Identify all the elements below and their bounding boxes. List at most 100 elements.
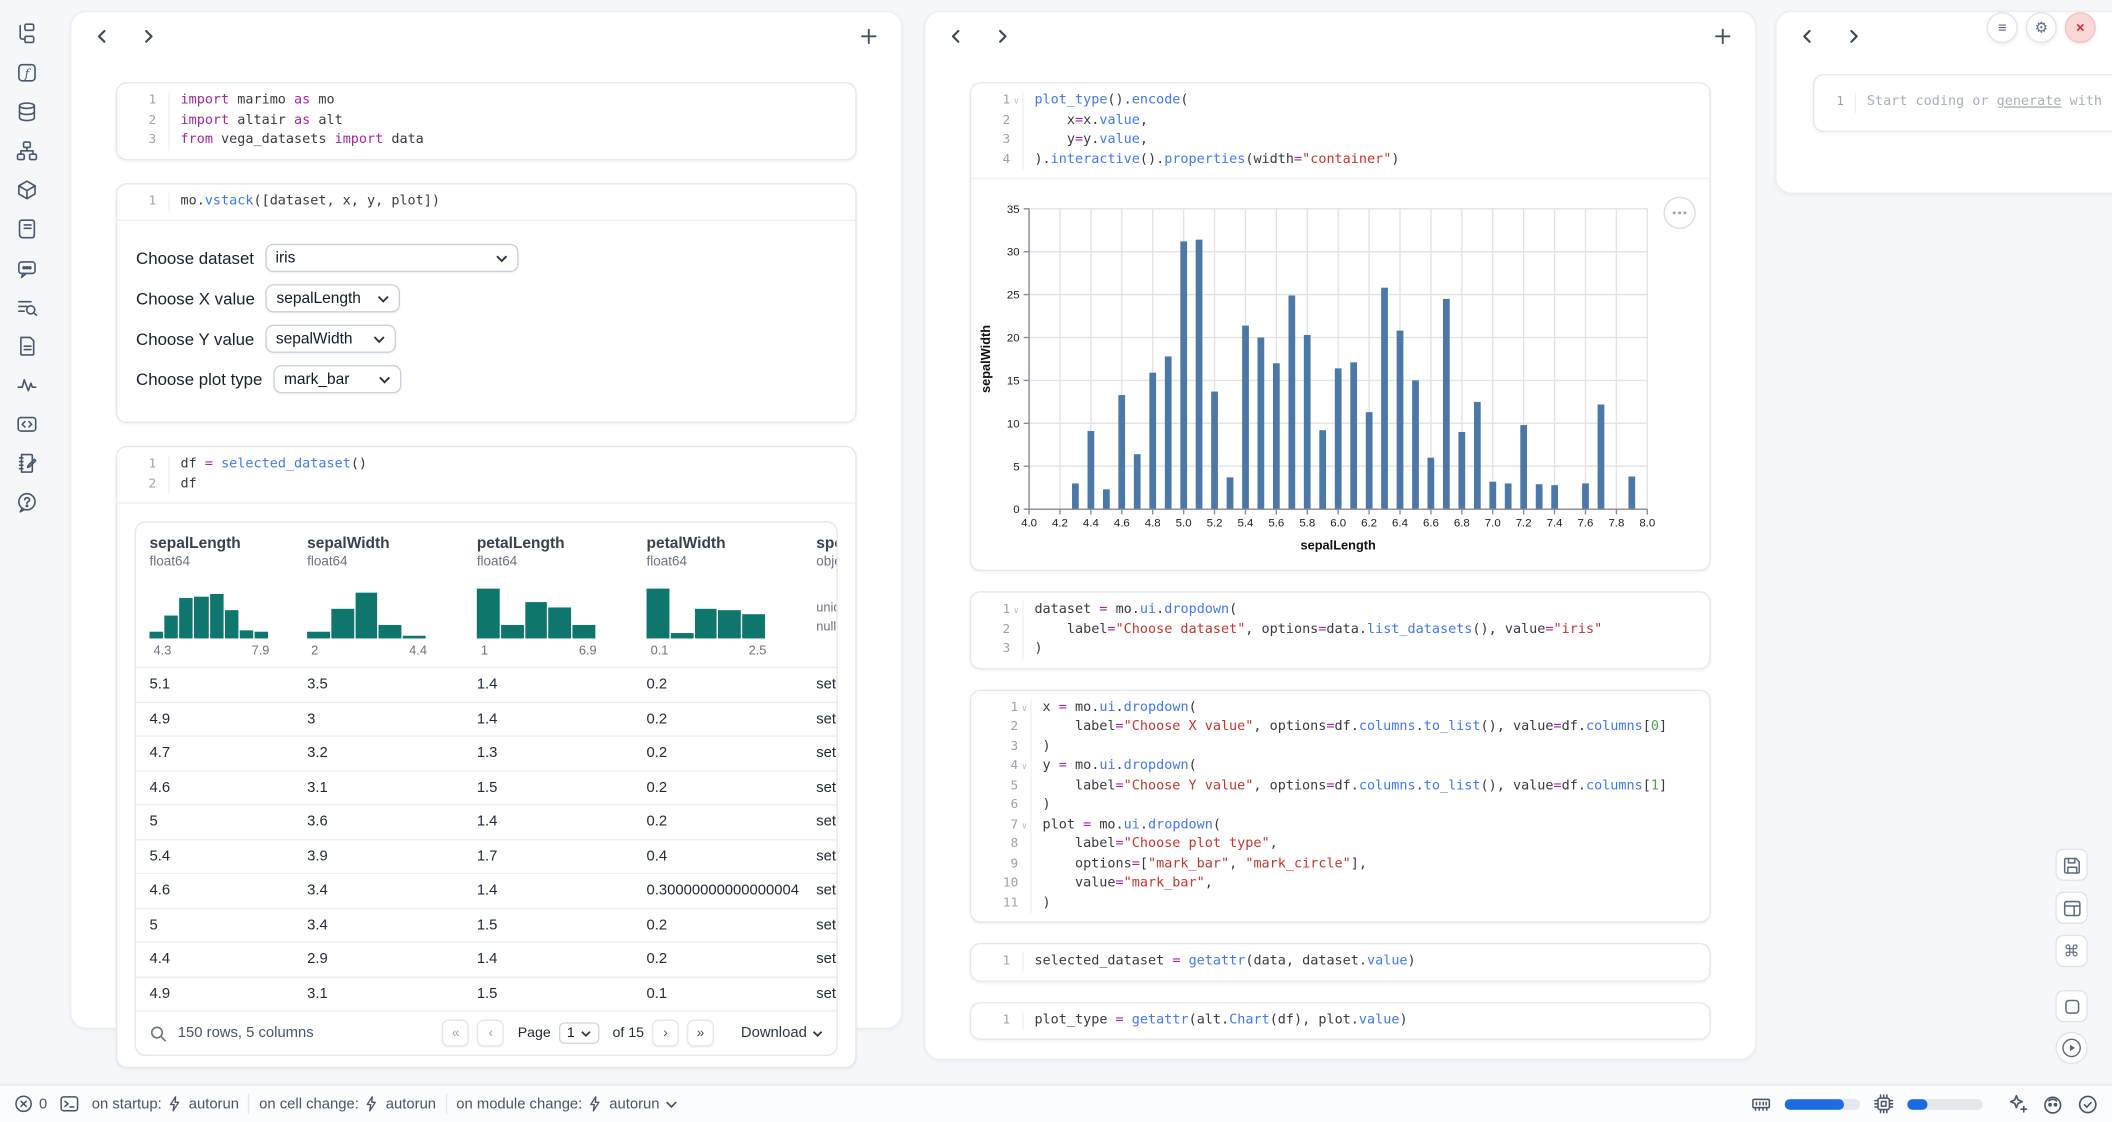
file-tree-icon[interactable] — [15, 22, 39, 46]
next-page-button[interactable]: › — [652, 1020, 679, 1047]
function-icon[interactable]: f — [15, 61, 39, 85]
cpu-icon — [1874, 1094, 1894, 1114]
column-histogram — [647, 582, 766, 639]
database-icon[interactable] — [15, 100, 39, 124]
code-line: 1mo.vstack([dataset, x, y, plot]) — [128, 192, 855, 212]
download-button[interactable]: Download — [741, 1025, 823, 1041]
bar-chart: 4.04.24.44.64.85.05.25.45.65.86.06.26.46… — [971, 179, 1709, 570]
square-icon — [2061, 996, 2081, 1016]
dropdown-label: Choose dataset — [136, 249, 254, 268]
run-setting[interactable]: on startup:autorun — [92, 1095, 239, 1113]
add-cell-button[interactable] — [1712, 26, 1734, 48]
previous-page-button[interactable]: ‹ — [477, 1020, 504, 1047]
table-row[interactable]: 4.42.91.40.2setosa — [136, 942, 836, 976]
table-row[interactable]: 4.931.40.2setosa — [136, 701, 836, 735]
table-row[interactable]: 5.43.91.70.4setosa — [136, 838, 836, 872]
column-name[interactable]: species — [816, 536, 838, 552]
add-cell-button[interactable] — [858, 26, 880, 48]
column-name[interactable]: sepalWidth — [307, 536, 463, 552]
svg-text:4.6: 4.6 — [1114, 518, 1130, 530]
code-cell-df[interactable]: 1df = selected_dataset()2df sepalLengthf… — [116, 446, 857, 1068]
run-setting[interactable]: on module change:autorun — [456, 1095, 677, 1113]
search-icon[interactable] — [150, 1024, 168, 1042]
control-row: Choose X valuesepalLength — [136, 284, 836, 312]
table-row[interactable]: 4.63.11.50.2setosa — [136, 770, 836, 804]
script-log-icon[interactable] — [15, 217, 39, 241]
code-cell-vstack[interactable]: 1mo.vstack([dataset, x, y, plot]) Choose… — [116, 183, 857, 423]
collapse-left-icon[interactable] — [93, 27, 112, 46]
table-row[interactable]: 53.61.40.2setosa — [136, 804, 836, 838]
ai-sparkle-button[interactable] — [2007, 1093, 2029, 1115]
svg-text:5.6: 5.6 — [1268, 518, 1284, 530]
plot-type-dropdown[interactable]: mark_bar — [273, 365, 401, 393]
cell-frame-button[interactable] — [2055, 990, 2087, 1022]
generate-link[interactable]: generate — [1997, 94, 2062, 109]
code-placeholder[interactable]: Start coding or generate with — [1855, 93, 2102, 113]
svg-text:5.8: 5.8 — [1299, 518, 1315, 530]
dropdown-label: Choose Y value — [136, 329, 254, 348]
dataset-dropdown[interactable]: iris — [265, 244, 518, 272]
run-setting[interactable]: on cell change:autorun — [259, 1095, 436, 1113]
keyboard-shortcuts-button[interactable]: ⌘ — [2055, 935, 2087, 967]
code-snippet-icon[interactable] — [15, 412, 39, 436]
table-row[interactable]: 4.63.41.40.30000000000000004setosa — [136, 873, 836, 907]
table-row[interactable]: 53.41.50.2setosa — [136, 907, 836, 941]
table-row[interactable]: 5.13.51.40.2setosa — [136, 667, 836, 701]
column-name[interactable]: petalWidth — [647, 536, 803, 552]
status-bar: 0 on startup:autorun on cell change:autor… — [0, 1084, 2112, 1122]
chevron-down-icon — [665, 1100, 677, 1108]
column-name[interactable]: sepalLength — [150, 536, 294, 552]
play-icon — [2061, 1037, 2083, 1059]
column-name[interactable]: petalLength — [477, 536, 633, 552]
menu-button[interactable]: ≡ — [1987, 12, 2018, 43]
code-cell-plot-type[interactable]: 1plot_type = getattr(alt.Chart(df), plot… — [970, 1001, 1711, 1039]
layout-button[interactable] — [2055, 892, 2087, 924]
svg-text:20: 20 — [1007, 333, 1020, 345]
page-select[interactable]: 1 — [559, 1022, 599, 1044]
package-icon[interactable] — [15, 178, 39, 202]
x-value-dropdown[interactable]: sepalLength — [266, 284, 401, 312]
expand-right-icon[interactable] — [1844, 27, 1863, 46]
help-icon[interactable] — [15, 490, 39, 514]
connection-status-button[interactable] — [2077, 1093, 2099, 1115]
close-button[interactable]: × — [2065, 12, 2096, 43]
error-indicator[interactable]: 0 — [13, 1094, 47, 1114]
table-row[interactable]: 4.73.21.30.2setosa — [136, 735, 836, 769]
svg-text:5.0: 5.0 — [1176, 518, 1192, 530]
terminal-button[interactable] — [59, 1094, 79, 1114]
expand-right-icon[interactable] — [993, 27, 1012, 46]
collapse-left-icon[interactable] — [1798, 27, 1817, 46]
code-cell-imports[interactable]: 1import marimo as mo2import altair as al… — [116, 82, 857, 159]
scratchpad-icon[interactable] — [15, 451, 39, 475]
settings-button[interactable]: ⚙ — [2026, 12, 2057, 43]
copilot-button[interactable] — [2042, 1093, 2064, 1115]
code-cell-dataset-dropdown[interactable]: 1∨dataset = mo.ui.dropdown(2 label="Choo… — [970, 591, 1711, 668]
pagination: « ‹ Page 1 of 15 › » Download — [442, 1020, 823, 1047]
dataframe-table: sepalLengthfloat644.37.9sepalWidthfloat6… — [135, 521, 838, 1056]
collapse-left-icon[interactable] — [947, 27, 966, 46]
column-dtype: float64 — [307, 555, 463, 570]
chatbot-icon[interactable] — [15, 256, 39, 280]
run-button[interactable] — [2055, 1032, 2087, 1064]
dependency-graph-icon[interactable] — [15, 139, 39, 163]
chart-options-button[interactable] — [1663, 197, 1695, 229]
fold-icon: ∨ — [1018, 757, 1030, 777]
code-cell-selected-dataset[interactable]: 1selected_dataset = getattr(data, datase… — [970, 943, 1711, 981]
code-cell-xy-plot-dropdowns[interactable]: 1∨x = mo.ui.dropdown(2 label="Choose X v… — [970, 689, 1711, 923]
document-icon[interactable] — [15, 334, 39, 358]
svg-text:4.2: 4.2 — [1052, 518, 1068, 530]
fold-icon: ∨ — [1018, 698, 1030, 718]
line-number: 1 — [1814, 93, 1854, 113]
first-page-button[interactable]: « — [442, 1020, 469, 1047]
expand-right-icon[interactable] — [139, 27, 158, 46]
empty-code-cell[interactable]: 1 Start coding or generate with — [1813, 74, 2112, 131]
search-logs-icon[interactable] — [15, 295, 39, 319]
y-value-dropdown[interactable]: sepalWidth — [265, 325, 396, 353]
save-button[interactable] — [2055, 849, 2087, 881]
activity-icon[interactable] — [15, 373, 39, 397]
last-page-button[interactable]: » — [687, 1020, 714, 1047]
table-row[interactable]: 4.93.11.50.1setosa — [136, 976, 836, 1010]
code-cell-plot-encode[interactable]: 1∨plot_type().encode(2 x=x.value,3 y=y.v… — [970, 82, 1711, 571]
code-line: 3from vega_datasets import data — [128, 131, 855, 151]
dropdown-label: Choose plot type — [136, 370, 262, 389]
